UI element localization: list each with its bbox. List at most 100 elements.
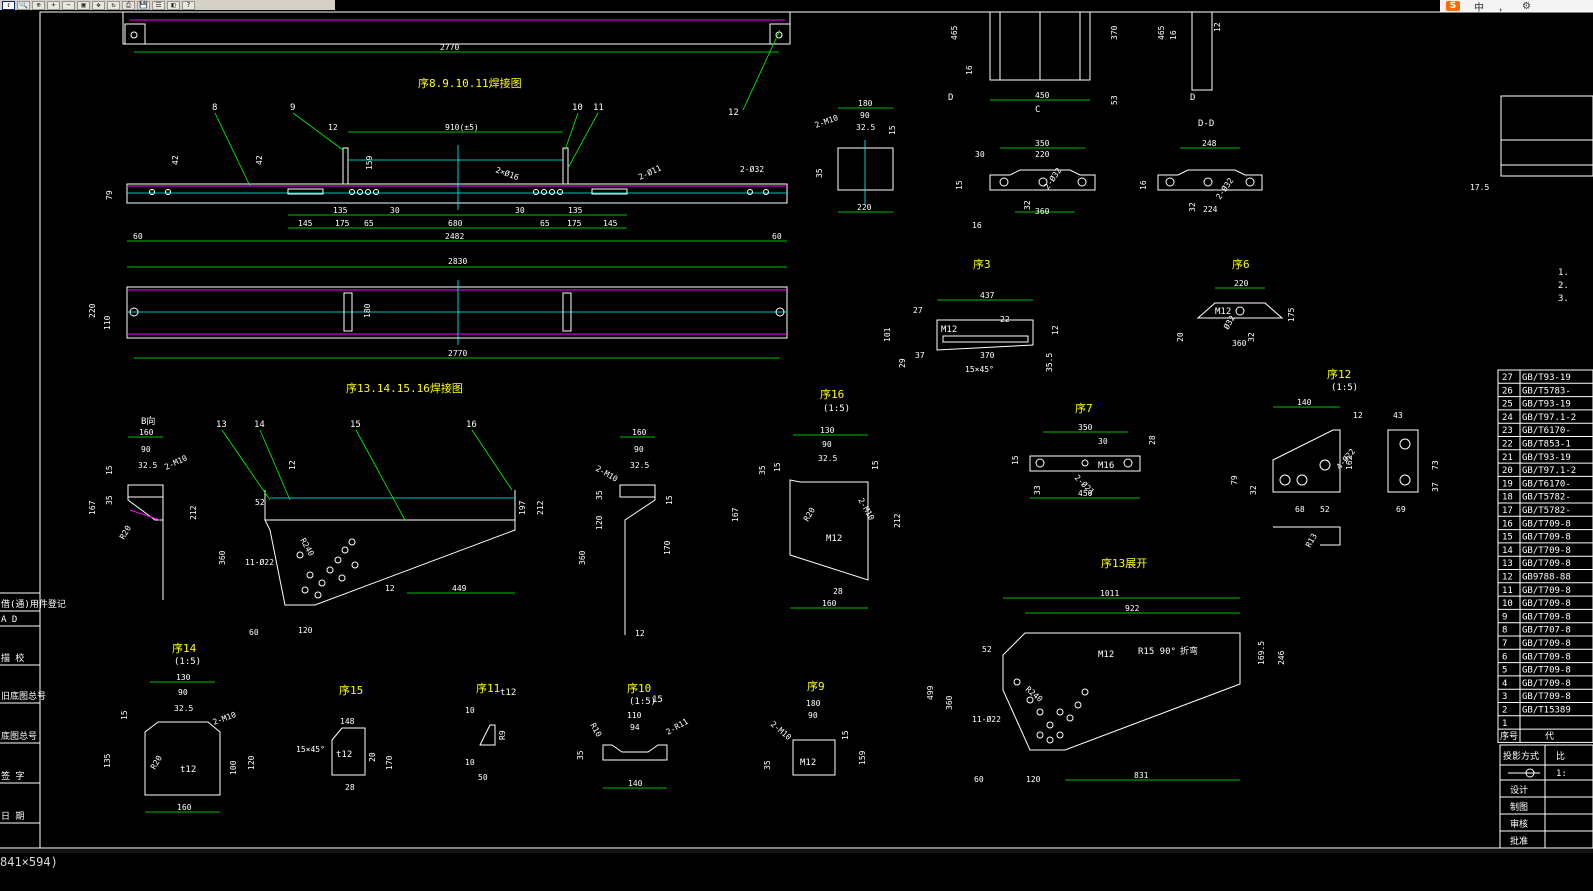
ratio-label: 比 bbox=[1556, 750, 1565, 762]
svg-text:60: 60 bbox=[133, 232, 143, 241]
svg-text:450: 450 bbox=[1078, 489, 1093, 498]
svg-text:2830: 2830 bbox=[448, 257, 467, 266]
svg-text:13: 13 bbox=[216, 420, 227, 430]
svg-text:42: 42 bbox=[171, 155, 180, 165]
bom-row-number: 9 bbox=[1502, 612, 1507, 622]
svg-text:28: 28 bbox=[833, 587, 843, 596]
title-block: 投影方式 比 1: 设计 制图 审核 批准 bbox=[1499, 744, 1593, 849]
svg-text:32.5: 32.5 bbox=[856, 123, 875, 132]
svg-text:R10: R10 bbox=[588, 722, 603, 739]
bom-row-number: 21 bbox=[1502, 453, 1513, 463]
bom-row-standard: GB/T709-8 bbox=[1522, 692, 1571, 702]
svg-text:15: 15 bbox=[871, 460, 880, 470]
bom-row-standard: GB/T707-8 bbox=[1522, 626, 1571, 636]
section-dd: D-D 248 16 32 224 2-Ø32 bbox=[1139, 119, 1263, 214]
svg-text:160: 160 bbox=[632, 428, 647, 437]
bom-row-number: 2 bbox=[1502, 706, 1507, 716]
svg-text:15: 15 bbox=[350, 420, 361, 430]
svg-text:360: 360 bbox=[1232, 339, 1247, 348]
svg-text:15: 15 bbox=[841, 730, 850, 740]
svg-text:R20: R20 bbox=[118, 524, 133, 541]
bom-row-standard: GB/T709-8 bbox=[1522, 652, 1571, 662]
svg-text:29: 29 bbox=[898, 358, 907, 368]
svg-text:94: 94 bbox=[630, 723, 640, 732]
svg-text:175: 175 bbox=[567, 219, 582, 228]
svg-text:R20: R20 bbox=[802, 506, 817, 523]
svg-text:37: 37 bbox=[1431, 482, 1440, 492]
bom-row-number: 17 bbox=[1502, 506, 1513, 516]
svg-text:370: 370 bbox=[980, 351, 995, 360]
detail-seq13-unfold: 序13展开 1011 922 52 M12 R15 90° 折弯 169.5 2… bbox=[926, 556, 1286, 784]
svg-text:32.5: 32.5 bbox=[138, 461, 157, 470]
svg-text:t12: t12 bbox=[180, 765, 196, 775]
bom-row-number: 6 bbox=[1502, 652, 1507, 662]
svg-text:2×Ø16: 2×Ø16 bbox=[494, 164, 520, 182]
bom-row-number: 16 bbox=[1502, 519, 1513, 529]
svg-text:159: 159 bbox=[858, 750, 867, 765]
svg-text:14: 14 bbox=[254, 420, 265, 430]
svg-text:35: 35 bbox=[763, 760, 772, 770]
svg-text:499: 499 bbox=[926, 685, 935, 700]
svg-text:159: 159 bbox=[365, 155, 374, 170]
svg-text:145: 145 bbox=[603, 219, 618, 228]
svg-text:35: 35 bbox=[576, 750, 585, 760]
svg-text:序16: 序16 bbox=[820, 387, 844, 401]
bom-row-number: 25 bbox=[1502, 400, 1513, 410]
svg-text:t12: t12 bbox=[336, 750, 352, 760]
svg-text:2-M10: 2-M10 bbox=[769, 720, 793, 742]
svg-text:M16: M16 bbox=[1098, 461, 1114, 471]
svg-text:15: 15 bbox=[888, 125, 897, 135]
svg-text:20: 20 bbox=[368, 752, 377, 762]
left-title-row: 借(通)用件登记 bbox=[1, 598, 66, 610]
view-b-left: B向 160 90 32.5 15 2-M10 35 167 212 R20 bbox=[88, 415, 198, 600]
detail-seq3: 序3 437 27 22 M12 101 37 370 29 15×45° 35… bbox=[883, 257, 1060, 374]
svg-text:160: 160 bbox=[177, 803, 192, 812]
svg-text:35: 35 bbox=[815, 168, 824, 178]
detail-seq16: 序16 (1:5) 130 90 32.5 15 15 35 167 212 R… bbox=[731, 387, 902, 609]
detail-seq9: 序9 180 90 2-M10 35 M12 159 15 bbox=[763, 679, 867, 776]
svg-text:450: 450 bbox=[1035, 91, 1050, 100]
svg-text:R15 90°: R15 90° bbox=[1138, 647, 1176, 657]
svg-text:50: 50 bbox=[478, 773, 488, 782]
bom-row-standard: GB/T6170- bbox=[1522, 426, 1571, 436]
bom-table: 27 GB/T93-1926 GB/T5783-25 GB/T93-1924 GB/T9… bbox=[1497, 369, 1593, 743]
bom-row-number: 4 bbox=[1502, 679, 1507, 689]
svg-text:33: 33 bbox=[1033, 485, 1042, 495]
svg-text:10: 10 bbox=[465, 758, 475, 767]
svg-text:65: 65 bbox=[540, 219, 550, 228]
svg-text:360: 360 bbox=[578, 550, 587, 565]
review-label: 审核 bbox=[1510, 818, 1528, 830]
bom-row-standard: GB/T97.1-2 bbox=[1522, 466, 1576, 476]
left-title-row: 底图总号 bbox=[1, 730, 37, 742]
detail-seq6: 序6 220 M12 175 20 360 32 Ø32 bbox=[1176, 257, 1296, 348]
detail-seq14: 序14 (1:5) 130 90 32.5 15 2-M10 135 R20 t… bbox=[103, 641, 256, 813]
cad-drawing-canvas[interactable]: .w { stroke:#ffffff; fill:none; stroke-w… bbox=[0, 0, 1593, 849]
svg-text:12: 12 bbox=[635, 629, 645, 638]
svg-text:120: 120 bbox=[298, 626, 313, 635]
svg-text:32: 32 bbox=[1023, 200, 1032, 210]
svg-text:序14: 序14 bbox=[172, 641, 197, 655]
bom-row-standard: GB/T97.1-2 bbox=[1522, 413, 1576, 423]
svg-text:370: 370 bbox=[1110, 25, 1119, 40]
svg-text:序10: 序10 bbox=[627, 681, 651, 695]
svg-text:30: 30 bbox=[390, 206, 400, 215]
bom-row-standard: GB/T93-19 bbox=[1522, 400, 1571, 410]
svg-text:90: 90 bbox=[141, 445, 151, 454]
svg-text:C: C bbox=[1035, 105, 1040, 115]
bom-row-number: 20 bbox=[1502, 466, 1513, 476]
svg-text:910(±5): 910(±5) bbox=[445, 123, 479, 132]
svg-text:序3: 序3 bbox=[973, 257, 991, 271]
bom-row-standard: GB/T709-8 bbox=[1522, 559, 1571, 569]
approve-label: 批准 bbox=[1510, 835, 1528, 847]
bom-row-standard: GB/T709-8 bbox=[1522, 599, 1571, 609]
svg-text:170: 170 bbox=[385, 755, 394, 770]
svg-text:110: 110 bbox=[627, 711, 642, 720]
svg-text:2.: 2. bbox=[1558, 281, 1569, 291]
svg-text:9: 9 bbox=[290, 103, 295, 113]
bom-row-number: 15 bbox=[1502, 533, 1513, 543]
svg-text:35: 35 bbox=[758, 465, 767, 475]
svg-text:212: 212 bbox=[536, 500, 545, 515]
svg-text:43: 43 bbox=[1393, 411, 1403, 420]
detail-seq7: 序7 350 30 28 M16 2-Ø21 33 450 15 bbox=[1011, 401, 1157, 499]
svg-text:350: 350 bbox=[1078, 423, 1093, 432]
